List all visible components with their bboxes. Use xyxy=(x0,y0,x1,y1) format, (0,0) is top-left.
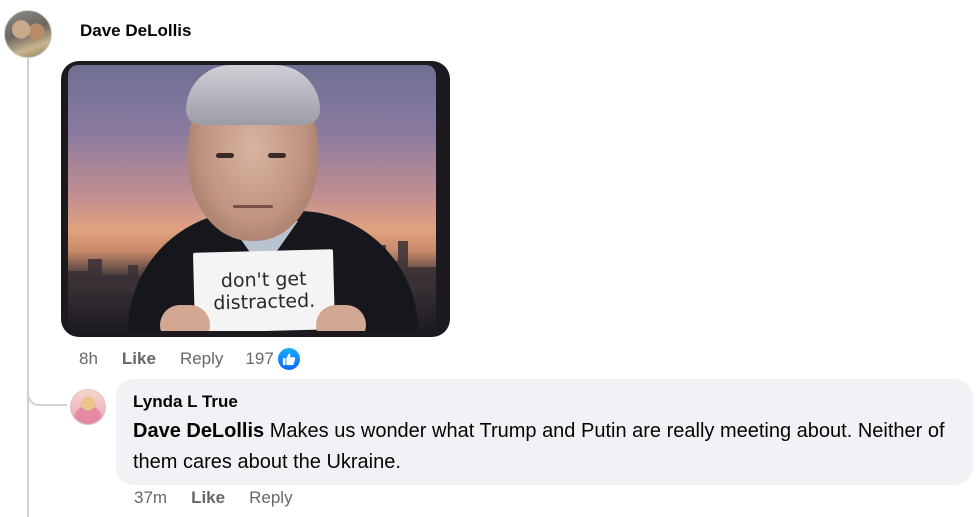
comment-author-name[interactable]: Dave DeLollis xyxy=(80,21,192,41)
thumbs-up-icon xyxy=(275,346,302,372)
mention-link[interactable]: Dave DeLollis xyxy=(133,420,264,442)
person-eye xyxy=(268,153,286,158)
sign-text-line-2: distracted. xyxy=(213,289,316,315)
avatar[interactable] xyxy=(70,389,106,425)
reply-button[interactable]: Reply xyxy=(249,488,292,508)
person-hand xyxy=(316,305,366,331)
thread-line xyxy=(27,58,29,517)
reply-timestamp[interactable]: 37m xyxy=(134,488,167,508)
reaction-count: 197 xyxy=(245,349,274,368)
person-hair xyxy=(186,65,320,125)
comment-image[interactable]: don't get distracted. xyxy=(61,61,450,337)
reply-text: Dave DeLollis Makes us wonder what Trump… xyxy=(133,416,956,478)
avatar[interactable] xyxy=(4,10,52,58)
reaction-summary[interactable]: 197 xyxy=(245,346,302,372)
reply-bubble: Lynda L True Dave DeLollis Makes us wond… xyxy=(116,379,973,485)
reply-actions: 37m Like Reply xyxy=(134,488,315,508)
image-content: don't get distracted. xyxy=(68,65,436,331)
reply-author-name[interactable]: Lynda L True xyxy=(133,392,956,412)
person-eye xyxy=(216,153,234,158)
handheld-sign: don't get distracted. xyxy=(192,249,336,331)
sign-text-line-1: don't get xyxy=(220,267,307,293)
thread-branch-line xyxy=(27,372,67,406)
comment-timestamp[interactable]: 8h xyxy=(79,349,98,369)
person-mouth xyxy=(233,205,273,208)
comment-actions: 8h Like Reply 197 xyxy=(79,346,302,372)
reply-button[interactable]: Reply xyxy=(180,349,223,369)
like-button[interactable]: Like xyxy=(122,349,156,369)
like-button[interactable]: Like xyxy=(191,488,225,508)
person-hand xyxy=(160,305,210,331)
